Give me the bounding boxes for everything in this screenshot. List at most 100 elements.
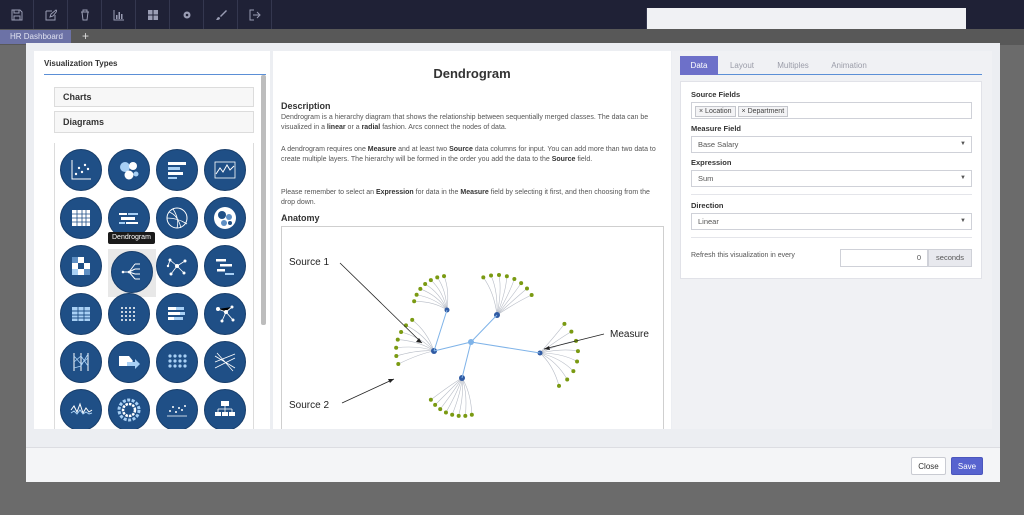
viz-tile-org-chart[interactable]: [204, 389, 246, 429]
viz-tile-dendrogram[interactable]: [111, 251, 153, 293]
edit-tool-button[interactable]: [34, 0, 68, 29]
dendrogram-leaf-node: [414, 292, 419, 297]
source-chip-department[interactable]: × Department: [737, 106, 789, 117]
viz-tile-flow[interactable]: [108, 341, 150, 383]
layout-tool-button[interactable]: [136, 0, 170, 29]
refresh-label: Refresh this visualization in every: [691, 252, 795, 259]
dendrogram-leaf-node: [557, 383, 561, 388]
top-toolbar: [0, 0, 1024, 386]
graph-icon: [216, 305, 235, 323]
dendrogram-leaf-node: [481, 275, 486, 280]
viz-tile-table[interactable]: [60, 197, 102, 239]
brush-icon: [215, 9, 227, 20]
dendrogram-tooltip: Dendrogram: [108, 232, 155, 244]
viz-tile-heatmap[interactable]: [60, 245, 102, 287]
measure-field-select[interactable]: Base Salary ▼: [691, 136, 972, 153]
viz-tile-gantt[interactable]: [204, 245, 246, 287]
accordion-charts[interactable]: Charts: [54, 87, 254, 107]
form-divider: [691, 237, 972, 238]
viz-tile-bubble[interactable]: [108, 149, 150, 191]
source-fields-input[interactable]: × Location × Department: [691, 102, 972, 119]
measure-field-label: Measure Field: [691, 124, 742, 133]
grid-icon: [147, 9, 158, 20]
visualization-modal: Visualization Types Charts Diagrams Dend…: [26, 43, 1000, 482]
save-tool-button[interactable]: [0, 0, 34, 29]
modal-footer: [26, 447, 1000, 482]
accordion-diagrams[interactable]: Diagrams: [54, 111, 254, 133]
tab-animation[interactable]: Animation: [822, 56, 876, 75]
viz-tile-radial[interactable]: [156, 197, 198, 239]
dendrogram-link: [424, 283, 448, 311]
dendrogram-leaf-node: [456, 413, 461, 418]
dendrogram-link: [420, 288, 448, 311]
viz-tile-circle-pack[interactable]: [204, 197, 246, 239]
delete-tool-button[interactable]: [68, 0, 102, 29]
dendrogram-leaf-node: [403, 323, 408, 328]
dendrogram-leaf-node: [428, 397, 433, 402]
stacked-bar-icon: [168, 307, 185, 320]
viz-tile-network[interactable]: [156, 245, 198, 287]
source-chip-location[interactable]: × Location: [695, 106, 736, 117]
dendrogram-leaf-node: [442, 274, 447, 279]
dendrogram-leaf-node: [565, 377, 570, 382]
viz-tile-line[interactable]: [204, 149, 246, 191]
tab-data[interactable]: Data: [680, 56, 718, 75]
scatter-icon: [71, 160, 91, 180]
dendrogram-link: [430, 377, 463, 401]
chart-tool-button[interactable]: [102, 0, 136, 29]
settings-tool-button[interactable]: [170, 0, 204, 29]
org-chart-icon: [215, 401, 235, 416]
network-icon: [166, 258, 187, 276]
style-tool-button[interactable]: [204, 0, 238, 29]
viz-tile-dot-plot[interactable]: [156, 389, 198, 429]
anatomy-heading: Anatomy: [281, 213, 320, 223]
dendrogram-link: [458, 377, 463, 416]
description-panel: Dendrogram Description Dendrogram is a h…: [273, 51, 671, 429]
tab-layout[interactable]: Layout: [720, 56, 764, 75]
viz-tile-stream[interactable]: [60, 389, 102, 429]
refresh-unit-addon: seconds: [928, 249, 972, 267]
description-heading: Description: [281, 101, 331, 111]
settings-panel: Data Layout Multiples Animation Source F…: [672, 51, 992, 429]
dendrogram-link: [439, 377, 463, 410]
dendrogram-leaf-node: [412, 299, 417, 304]
viz-tile-graph[interactable]: [204, 293, 246, 335]
viz-tile-grid-table[interactable]: [60, 293, 102, 335]
tab-multiples[interactable]: Multiples: [768, 56, 818, 75]
line-chart-icon: [214, 161, 236, 179]
dendrogram-leaf-node: [496, 273, 501, 278]
dendrogram-link: [434, 377, 463, 406]
label-measure: Measure: [610, 329, 649, 340]
circle-pack-icon: [214, 207, 236, 229]
table-icon: [72, 210, 90, 226]
add-tab-icon[interactable]: +: [82, 29, 89, 44]
viz-tile-bar-table[interactable]: [156, 149, 198, 191]
dendrogram-leaf-node: [438, 407, 443, 412]
expression-select[interactable]: Sum ▼: [691, 170, 972, 187]
close-button[interactable]: Close: [911, 457, 946, 475]
viz-tile-parallel[interactable]: [60, 341, 102, 383]
dendrogram-leaf-node: [562, 321, 567, 326]
title-divider: [44, 74, 266, 75]
dendrogram-link: [539, 352, 560, 386]
viz-tile-dot-matrix[interactable]: [108, 293, 150, 335]
dendrogram-link: [483, 277, 498, 316]
exit-icon: [249, 9, 261, 20]
tab-hr-dashboard[interactable]: HR Dashboard: [0, 30, 71, 44]
diagram-type-grid: Dendrogram: [54, 143, 254, 429]
viz-tile-sunburst[interactable]: [108, 389, 150, 429]
viz-tile-stacked-bar[interactable]: [156, 293, 198, 335]
dot-matrix-icon: [121, 307, 135, 321]
viz-tile-dot-grid[interactable]: [156, 341, 198, 383]
viz-tile-scatter[interactable]: [60, 149, 102, 191]
bar-table-icon: [168, 162, 186, 179]
direction-label: Direction: [691, 201, 724, 210]
radial-dendrogram-illustration: Source 1 Source 2 Measure: [289, 257, 649, 418]
save-button[interactable]: Save: [951, 457, 983, 475]
chevron-down-icon: ▼: [960, 175, 966, 181]
exit-tool-button[interactable]: [238, 0, 272, 29]
viz-tile-crossing-lines[interactable]: [204, 341, 246, 383]
direction-select[interactable]: Linear ▼: [691, 213, 972, 230]
refresh-interval-input[interactable]: 0: [840, 249, 928, 267]
panel-scrollbar[interactable]: [261, 75, 266, 325]
